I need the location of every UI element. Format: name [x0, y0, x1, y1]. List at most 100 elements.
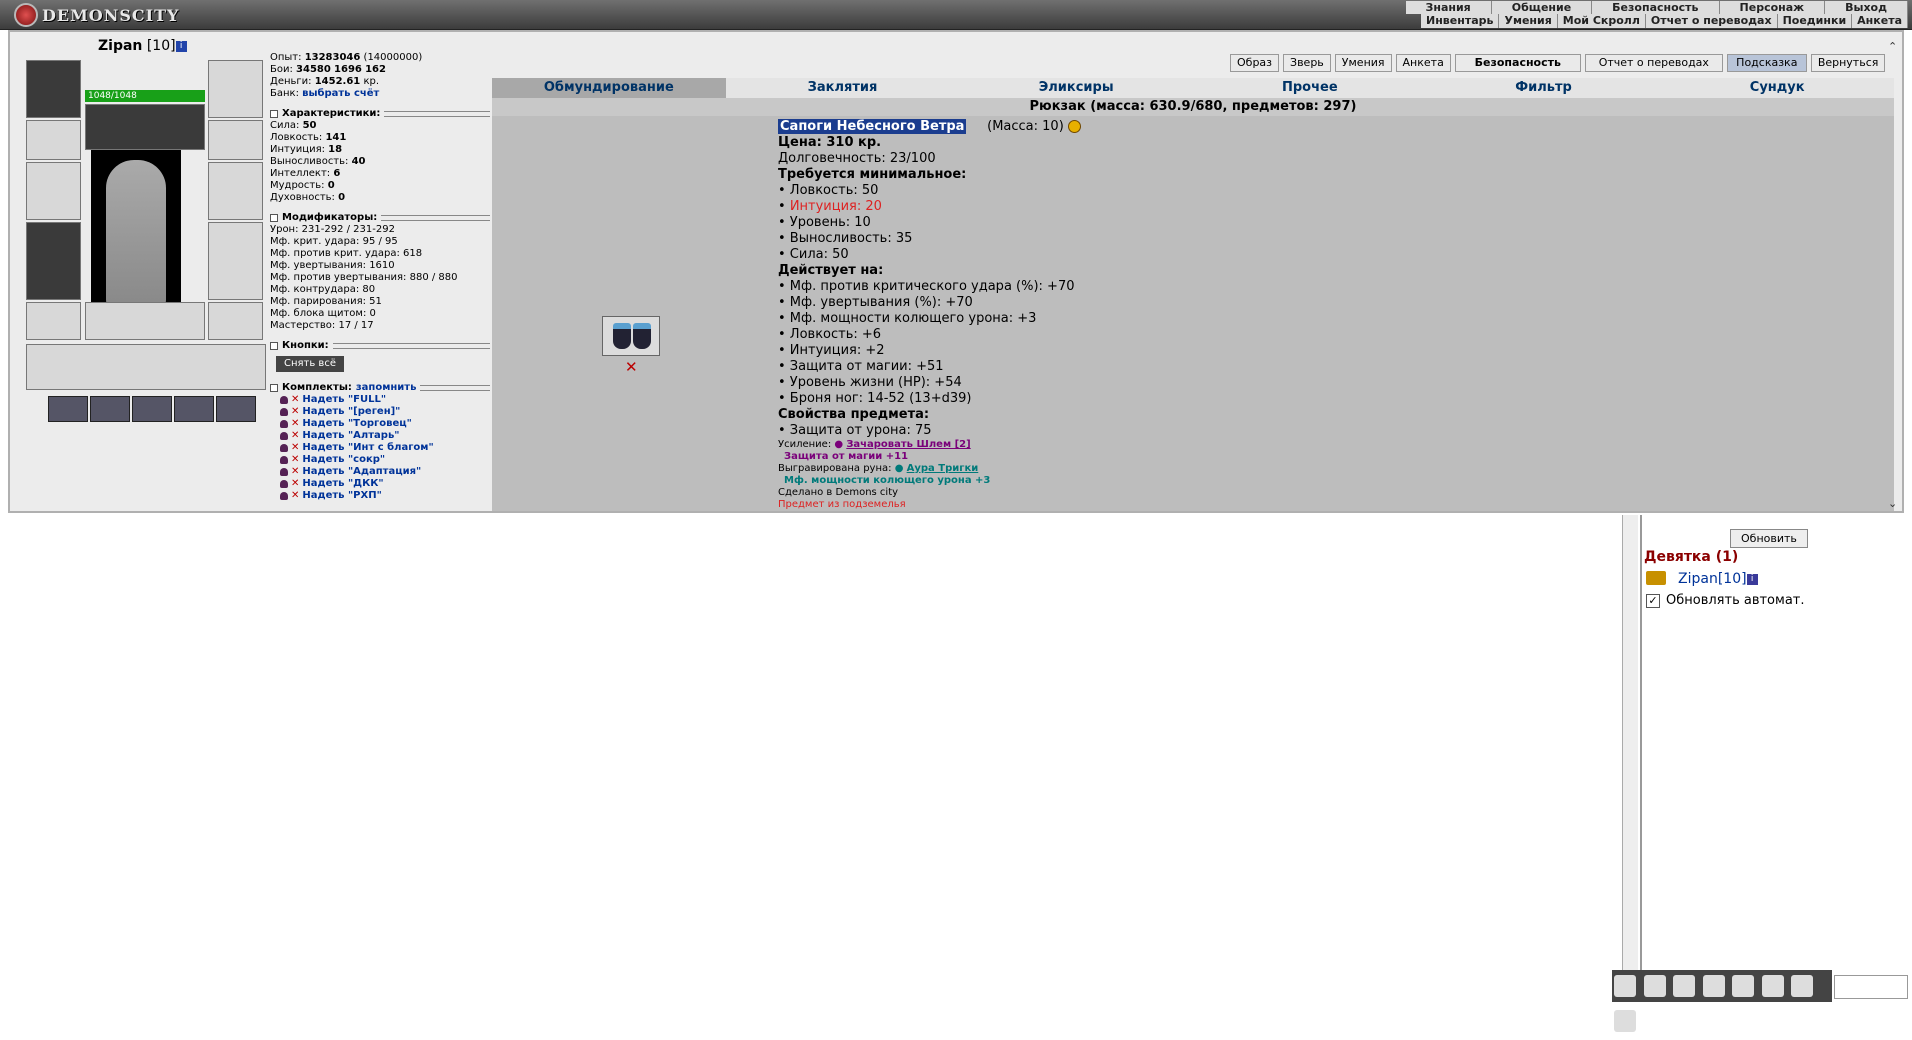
nav-skills-button[interactable]: Умения — [1334, 54, 1392, 72]
delete-icon[interactable]: ✕ — [291, 454, 299, 466]
bracers-slot[interactable] — [26, 120, 81, 160]
tab-elixirs[interactable]: Эликсиры — [959, 78, 1193, 98]
buttons-header[interactable]: Кнопки: — [270, 340, 490, 352]
exit-icon[interactable] — [1614, 1010, 1636, 1032]
delete-icon[interactable]: ✕ — [291, 466, 299, 478]
auto-refresh-checkbox[interactable]: ✓ — [1646, 593, 1660, 608]
kits-header[interactable]: Комплекты: запомнить — [270, 382, 490, 394]
armor-slot[interactable] — [26, 222, 81, 300]
sound-icon[interactable] — [1761, 975, 1784, 997]
choose-account-link[interactable]: выбрать счёт — [302, 88, 379, 99]
spell-icon-1[interactable] — [48, 396, 88, 422]
legs-slot[interactable] — [208, 222, 263, 300]
equip-icon — [280, 432, 288, 440]
belt-slot[interactable] — [26, 302, 81, 340]
delete-icon[interactable]: ✕ — [291, 442, 299, 454]
delete-icon[interactable]: ✕ — [291, 478, 299, 490]
shield-slot[interactable] — [208, 162, 263, 220]
equip-icon — [280, 444, 288, 452]
info-icon[interactable]: i — [1746, 573, 1758, 585]
tab-equipment[interactable]: Обмундирование — [492, 78, 726, 98]
nav-hint-button[interactable]: Подсказка — [1726, 54, 1807, 72]
inventory-scrollbar[interactable]: ⌃ ⌄ — [1888, 40, 1902, 510]
refresh-button[interactable]: Обновить — [1730, 529, 1808, 548]
characteristics-header[interactable]: Характеристики: — [270, 108, 490, 120]
spell-icon-3[interactable] — [132, 396, 172, 422]
submenu-inventory[interactable]: Инвентарь — [1421, 14, 1500, 28]
delete-icon[interactable]: ✕ — [291, 406, 299, 418]
room-user[interactable]: Zipan[10] i — [1678, 571, 1758, 587]
kit-item[interactable]: ✕ Надеть "сокр" — [280, 454, 490, 466]
stats-panel: Опыт: 13283046 (14000000) Бои: 34580 169… — [270, 52, 490, 502]
gloves-slot[interactable] — [208, 120, 263, 160]
smiley-icon[interactable] — [1614, 975, 1636, 997]
nav-security-button[interactable]: Безопасность — [1454, 54, 1581, 72]
menu-character[interactable]: Персонаж — [1720, 1, 1826, 14]
tab-other[interactable]: Прочее — [1193, 78, 1427, 98]
potion-slots[interactable] — [85, 302, 205, 340]
menu-security[interactable]: Безопасность — [1592, 1, 1720, 14]
kit-item[interactable]: ✕ Надеть "Инт с благом" — [280, 442, 490, 454]
delete-icon[interactable]: ✕ — [291, 490, 299, 502]
tab-chest[interactable]: Сундук — [1660, 78, 1894, 98]
unequip-all-button[interactable]: Снять всё — [276, 356, 344, 372]
auto-refresh-option[interactable]: ✓ Обновлять автомат. — [1646, 593, 1805, 608]
boots-slot[interactable] — [208, 302, 263, 340]
item-list: ✕ Сапоги Небесного Ветра (Масса: 10) Цен… — [492, 116, 1894, 511]
scroll-icon[interactable] — [1732, 975, 1754, 997]
delete-item-icon[interactable]: ✕ — [625, 358, 638, 376]
item-name[interactable]: Сапоги Небесного Ветра — [778, 119, 967, 134]
equip-icon — [280, 456, 288, 464]
nav-pet-button[interactable]: Зверь — [1283, 54, 1331, 72]
spell-icon-5[interactable] — [216, 396, 256, 422]
modifiers-header[interactable]: Модификаторы: — [270, 212, 490, 224]
pen-icon[interactable] — [1673, 975, 1695, 997]
helmet-slot[interactable] — [26, 60, 81, 118]
info-icon[interactable]: i — [175, 40, 187, 52]
amulet-ring-slots[interactable] — [85, 104, 205, 150]
submenu-profile[interactable]: Анкета — [1852, 14, 1908, 28]
nav-image-button[interactable]: Образ — [1230, 54, 1280, 72]
earring-slot[interactable] — [208, 60, 263, 118]
kit-item[interactable]: ✕ Надеть "ДКК" — [280, 478, 490, 490]
trash-icon[interactable] — [1791, 975, 1813, 997]
remember-kit-link[interactable]: запомнить — [356, 382, 417, 394]
delete-icon[interactable]: ✕ — [291, 394, 299, 406]
chat-scrollbar[interactable] — [1622, 515, 1638, 970]
tab-filter[interactable]: Фильтр — [1427, 78, 1661, 98]
scroll-down-icon[interactable]: ⌄ — [1888, 497, 1897, 510]
nav-transfer-report-button[interactable]: Отчет о переводах — [1584, 54, 1723, 72]
delete-icon[interactable]: ✕ — [291, 430, 299, 442]
weapon-slot[interactable] — [26, 162, 81, 220]
kit-item[interactable]: ✕ Надеть "РХП" — [280, 490, 490, 502]
menu-knowledge[interactable]: Знания — [1406, 1, 1492, 14]
delete-icon[interactable]: ✕ — [291, 418, 299, 430]
kit-item[interactable]: ✕ Надеть "FULL" — [280, 394, 490, 406]
filter-icon[interactable] — [1643, 975, 1666, 997]
menu-exit[interactable]: Выход — [1825, 1, 1908, 14]
submenu-transfer-report[interactable]: Отчет о переводах — [1646, 14, 1778, 28]
menu-communication[interactable]: Общение — [1492, 1, 1593, 14]
character-silhouette — [91, 150, 181, 325]
kit-item[interactable]: ✕ Надеть "Алтарь" — [280, 430, 490, 442]
item-description: Сапоги Небесного Ветра (Масса: 10) Цена:… — [778, 119, 1678, 511]
chat-input[interactable] — [1834, 975, 1908, 999]
bottle-icon[interactable] — [1702, 975, 1725, 997]
kit-item[interactable]: ✕ Надеть "[реген]" — [280, 406, 490, 418]
nav-profile-button[interactable]: Анкета — [1395, 54, 1451, 72]
scroll-up-icon[interactable]: ⌃ — [1888, 40, 1902, 53]
kits-list: ✕ Надеть "FULL" ✕ Надеть "[реген]" ✕ Надеть… — [270, 394, 490, 502]
spell-icon-2[interactable] — [90, 396, 130, 422]
spell-icon-4[interactable] — [174, 396, 214, 422]
submenu-my-scroll[interactable]: Мой Скролл — [1558, 14, 1646, 28]
scroll-slots[interactable] — [26, 344, 266, 390]
item-image[interactable] — [602, 316, 660, 356]
kit-item[interactable]: ✕ Надеть "Адаптация" — [280, 466, 490, 478]
upgrade-link[interactable]: Зачаровать Шлем [2] — [846, 439, 970, 450]
rune-link[interactable]: Аура Тригки — [907, 463, 979, 474]
tab-spells[interactable]: Заклятия — [726, 78, 960, 98]
submenu-skills[interactable]: Умения — [1499, 14, 1558, 28]
submenu-fights[interactable]: Поединки — [1778, 14, 1853, 28]
kit-item[interactable]: ✕ Надеть "Торговец" — [280, 418, 490, 430]
nav-back-button[interactable]: Вернуться — [1810, 54, 1886, 72]
